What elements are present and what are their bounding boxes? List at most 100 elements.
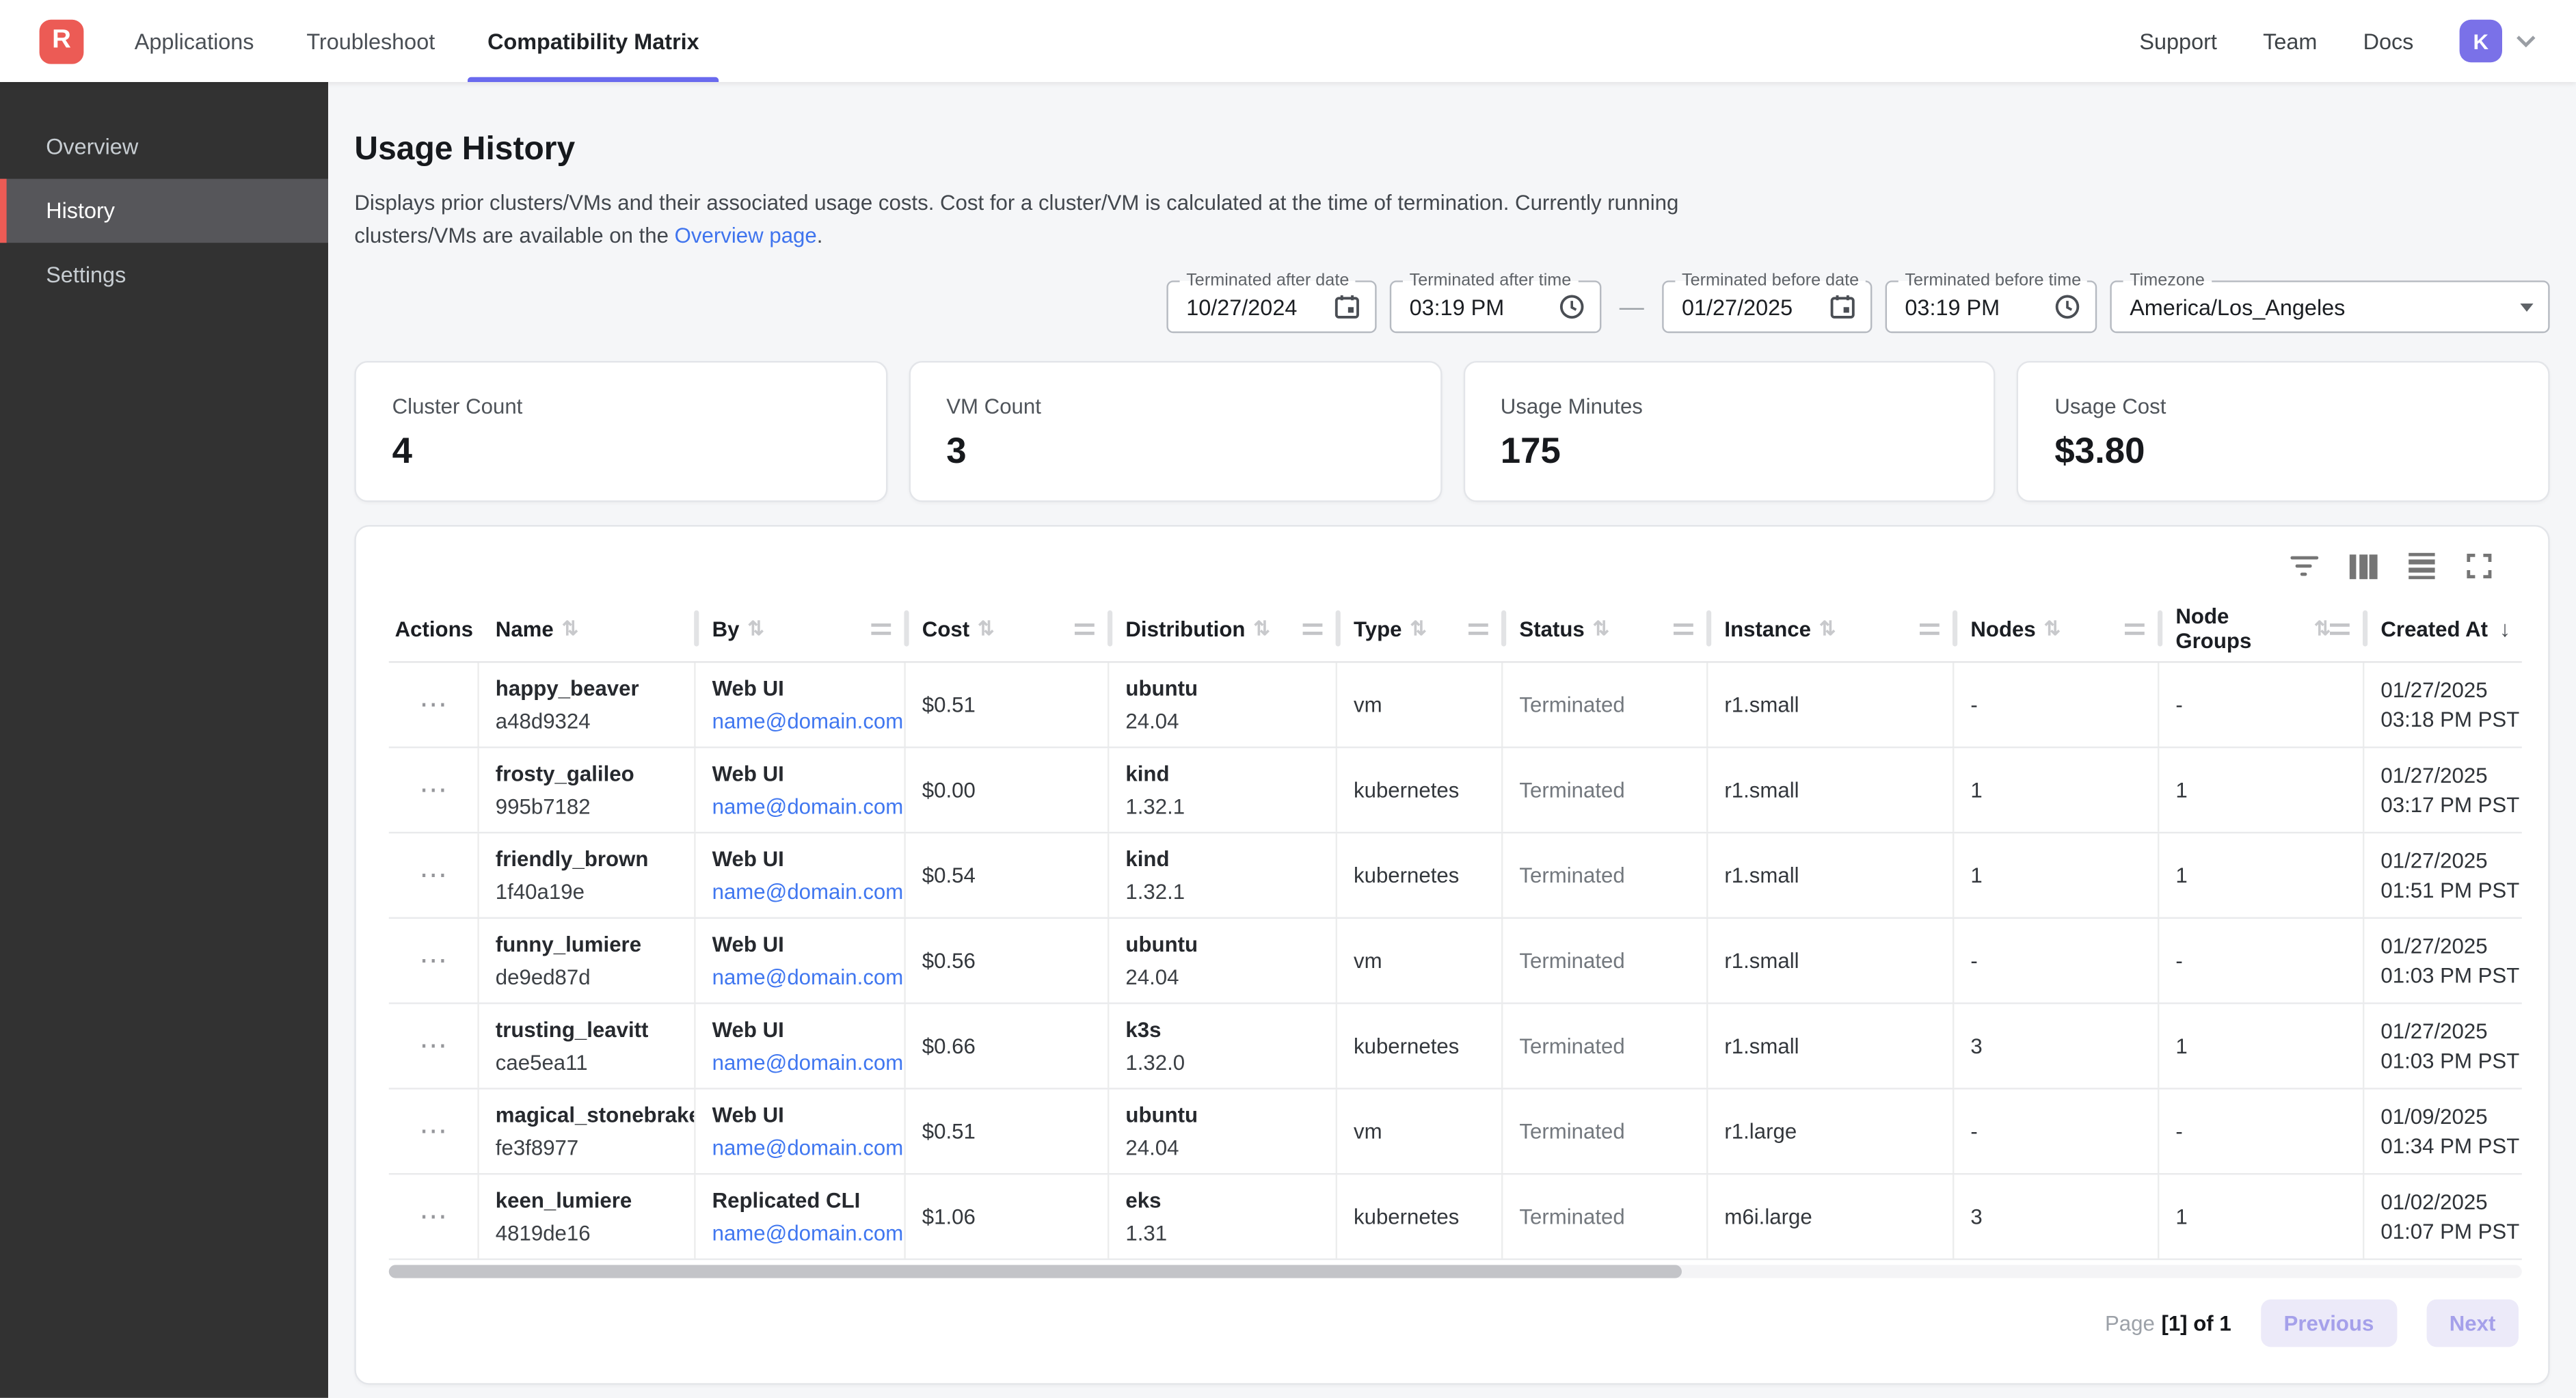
actions-cell: ⋯ [389, 833, 479, 917]
column-menu-icon[interactable] [2125, 623, 2145, 634]
name-cell: friendly_brown1f40a19e [479, 833, 696, 917]
row-actions-button[interactable]: ⋯ [419, 697, 447, 713]
user-email-link[interactable]: name@domain.com [712, 794, 891, 819]
distribution-cell: ubuntu24.04 [1109, 919, 1337, 1002]
column-menu-icon[interactable] [871, 623, 891, 634]
distribution-name: ubuntu [1125, 1103, 1322, 1127]
column-header-cost[interactable]: Cost⇅ [906, 595, 1110, 661]
column-menu-icon[interactable] [2331, 623, 2350, 634]
column-header-nodes[interactable]: Nodes⇅ [1954, 595, 2159, 661]
row-actions-button[interactable]: ⋯ [419, 1209, 447, 1225]
terminated-after-date-field[interactable]: Terminated after date 10/27/2024 [1166, 280, 1376, 333]
created-at-cell: 01/27/202501:03 PM PST [2364, 919, 2521, 1002]
cluster-id: cae5ea11 [496, 1050, 681, 1075]
cost-cell: $1.06 [906, 1174, 1110, 1258]
fullscreen-icon[interactable] [2466, 553, 2492, 579]
user-email-link[interactable]: name@domain.com [712, 879, 891, 904]
distribution-name: kind [1125, 762, 1322, 786]
row-actions-button[interactable]: ⋯ [419, 1123, 447, 1140]
chevron-down-icon[interactable] [2515, 34, 2536, 47]
column-menu-icon[interactable] [1075, 623, 1095, 634]
column-header-node-groups[interactable]: Node Groups⇅ [2159, 595, 2364, 661]
row-actions-button[interactable]: ⋯ [419, 867, 447, 883]
distribution-cell: ubuntu24.04 [1109, 663, 1337, 747]
terminated-before-date-field[interactable]: Terminated before date 01/27/2025 [1662, 280, 1872, 333]
column-header-name[interactable]: Name⇅ [479, 595, 696, 661]
timezone-select[interactable]: Timezone America/Los_Angeles [2110, 280, 2549, 333]
user-email-link[interactable]: name@domain.com [712, 1221, 891, 1246]
row-actions-button[interactable]: ⋯ [419, 782, 447, 798]
user-email-link[interactable]: name@domain.com [712, 1050, 891, 1075]
user-email-link[interactable]: name@domain.com [712, 965, 891, 989]
page-indicator: Page[1] of 1 [2105, 1311, 2231, 1336]
tab-troubleshoot[interactable]: Troubleshoot [280, 0, 461, 82]
row-actions-button[interactable]: ⋯ [419, 1038, 447, 1054]
type-cell: kubernetes [1337, 833, 1503, 917]
status-badge: Terminated [1519, 1119, 1693, 1144]
column-menu-icon[interactable] [1674, 623, 1693, 634]
sort-icon[interactable]: ⇅ [748, 617, 764, 640]
tab-compatibility-matrix[interactable]: Compatibility Matrix [461, 0, 725, 82]
clock-icon[interactable] [2054, 294, 2080, 320]
terminated-before-time-field[interactable]: Terminated before time 03:19 PM [1886, 280, 2097, 333]
tab-applications[interactable]: Applications [108, 0, 280, 82]
status-badge: Terminated [1519, 863, 1693, 887]
column-menu-icon[interactable] [1303, 623, 1323, 634]
previous-page-button[interactable]: Previous [2261, 1300, 2397, 1347]
main-content: Usage History Displays prior clusters/VM… [328, 82, 2576, 1398]
top-navigation-bar: R Applications Troubleshoot Compatibilit… [0, 0, 2576, 82]
cost-cell: $0.56 [906, 919, 1110, 1002]
docs-link[interactable]: Docs [2363, 29, 2414, 53]
created-by-method: Replicated CLI [712, 1188, 891, 1213]
column-header-by[interactable]: By⇅ [696, 595, 906, 661]
column-header-instance[interactable]: Instance⇅ [1708, 595, 1954, 661]
team-link[interactable]: Team [2263, 29, 2317, 53]
sort-icon[interactable]: ⇅ [1819, 617, 1836, 640]
sort-icon[interactable]: ⇅ [978, 617, 994, 640]
scrollbar-thumb[interactable] [389, 1265, 1682, 1278]
active-tab-underline [468, 77, 719, 82]
nodes-cell: - [1954, 663, 2159, 747]
sort-icon[interactable]: ⇅ [1410, 617, 1427, 640]
sort-icon[interactable]: ⇅ [2314, 617, 2331, 640]
column-header-type[interactable]: Type⇅ [1337, 595, 1503, 661]
calendar-icon[interactable] [1334, 294, 1360, 320]
sort-icon[interactable]: ⇅ [1593, 617, 1609, 640]
overview-page-link[interactable]: Overview page [675, 222, 817, 247]
column-menu-icon[interactable] [1920, 623, 1940, 634]
avatar[interactable]: K [2460, 20, 2502, 62]
node-groups-cell: - [2159, 1090, 2364, 1173]
column-menu-icon[interactable] [1468, 623, 1488, 634]
sidebar: Overview History Settings [0, 82, 328, 1398]
calendar-icon[interactable] [1829, 294, 1855, 320]
filter-icon[interactable] [2290, 555, 2318, 576]
sort-icon[interactable]: ⇅ [1253, 617, 1270, 640]
created-by-method: Web UI [712, 676, 891, 701]
sort-icon[interactable]: ⇅ [2044, 617, 2061, 640]
type-cell: vm [1337, 919, 1503, 1002]
support-link[interactable]: Support [2139, 29, 2217, 53]
user-email-link[interactable]: name@domain.com [712, 1135, 891, 1160]
row-actions-button[interactable]: ⋯ [419, 952, 447, 969]
columns-icon[interactable] [2349, 554, 2378, 578]
account-menu[interactable]: K [2460, 20, 2537, 62]
terminated-after-time-field[interactable]: Terminated after time 03:19 PM [1390, 280, 1602, 333]
next-page-button[interactable]: Next [2426, 1300, 2519, 1347]
horizontal-scrollbar[interactable] [389, 1265, 2522, 1278]
density-icon[interactable] [2409, 552, 2434, 580]
sidebar-item-history[interactable]: History [0, 179, 328, 243]
replicated-logo[interactable]: R [40, 19, 84, 64]
clock-icon[interactable] [1559, 294, 1585, 320]
sidebar-item-settings[interactable]: Settings [0, 243, 328, 307]
sort-icon[interactable]: ⇅ [562, 617, 578, 640]
distribution-version: 1.32.1 [1125, 794, 1322, 819]
user-email-link[interactable]: name@domain.com [712, 709, 891, 734]
table-row: ⋯ happy_beavera48d9324 Web UIname@domain… [389, 663, 2522, 749]
sort-desc-icon[interactable]: ↓ [2499, 616, 2510, 641]
logo-letter: R [52, 26, 71, 55]
sidebar-item-overview[interactable]: Overview [0, 115, 328, 179]
column-header-distribution[interactable]: Distribution⇅ [1109, 595, 1337, 661]
actions-cell: ⋯ [389, 1090, 479, 1173]
column-header-created-at[interactable]: Created At↓ [2364, 595, 2521, 661]
column-header-status[interactable]: Status⇅ [1503, 595, 1708, 661]
